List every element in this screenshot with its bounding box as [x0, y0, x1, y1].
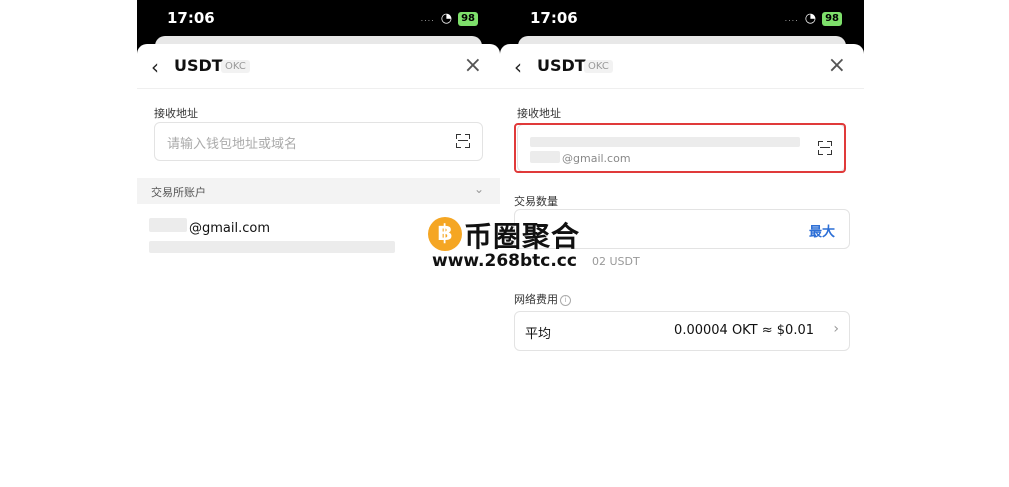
battery-icon: 98: [458, 11, 478, 26]
info-icon[interactable]: i: [560, 294, 571, 306]
exchange-accounts-section[interactable]: 交易所账户 ⌄: [137, 178, 500, 204]
token-title: USDT: [537, 56, 586, 75]
status-time: 17:06: [530, 9, 578, 27]
back-icon[interactable]: ‹: [514, 55, 522, 79]
chain-badge: OKC: [584, 60, 613, 73]
fee-row[interactable]: 平均 0.00004 OKT ≈ $0.01 ›: [514, 311, 850, 351]
amount-label: 交易数量: [514, 195, 558, 208]
chain-badge: OKC: [221, 60, 250, 73]
signal-icon: ....: [420, 14, 435, 23]
address-input[interactable]: 请输入钱包地址或域名: [154, 122, 483, 161]
close-icon[interactable]: ×: [464, 53, 482, 78]
watermark-url: www.268btc.cc: [432, 251, 577, 271]
max-button[interactable]: 最大: [809, 221, 835, 240]
wifi-icon: ◔: [804, 11, 817, 26]
sheet-header: ‹ USDT OKC ×: [500, 44, 864, 89]
token-title: USDT: [174, 56, 223, 75]
battery-icon: 98: [822, 11, 842, 26]
balance-text: 02 USDT: [592, 255, 640, 268]
address-placeholder: 请输入钱包地址或域名: [167, 137, 298, 152]
watermark-brand: 币圈聚合: [464, 220, 581, 253]
close-icon[interactable]: ×: [828, 53, 846, 78]
watermark: ฿ 币圈聚合 www.268btc.cc: [428, 215, 598, 275]
signal-icon: ....: [784, 14, 799, 23]
account-email: @gmail.com: [189, 221, 271, 236]
chevron-right-icon[interactable]: ›: [833, 321, 839, 337]
bitcoin-logo-icon: ฿: [428, 217, 462, 251]
redacted-name: [149, 218, 187, 232]
fee-label: 网络费用 i: [514, 291, 571, 307]
wifi-icon: ◔: [440, 11, 453, 26]
status-bar: 17:06 .... ◔ 98: [500, 0, 864, 36]
scan-icon[interactable]: [456, 134, 470, 148]
sheet-header: ‹ USDT OKC ×: [137, 44, 500, 89]
status-bar: 17:06 .... ◔ 98: [137, 0, 500, 36]
redacted-address: [149, 241, 395, 253]
back-icon[interactable]: ‹: [151, 55, 159, 79]
fee-value: 0.00004 OKT ≈ $0.01: [674, 323, 814, 338]
section-label: 交易所账户: [151, 186, 206, 199]
fee-label-text: 网络费用: [514, 293, 558, 306]
fee-speed: 平均: [525, 327, 552, 342]
chevron-down-icon[interactable]: ⌄: [474, 182, 484, 196]
address-label: 接收地址: [154, 107, 198, 120]
highlight-frame: [514, 123, 846, 173]
address-label: 接收地址: [517, 107, 561, 120]
status-time: 17:06: [167, 9, 215, 27]
